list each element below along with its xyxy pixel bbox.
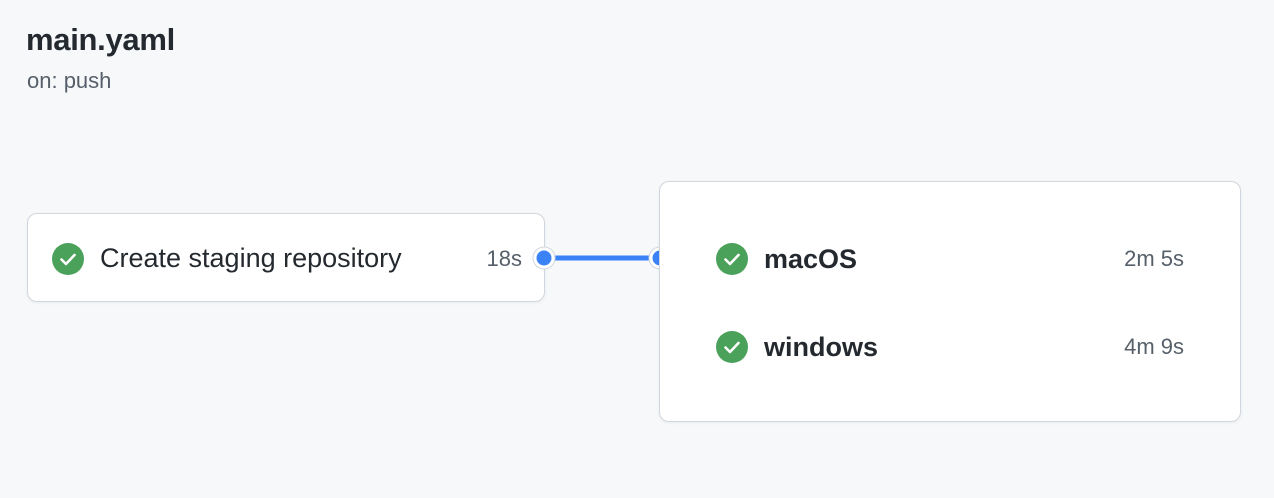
job-name: Create staging repository xyxy=(100,243,402,273)
workflow-title: main.yaml xyxy=(26,22,175,57)
check-circle-icon xyxy=(716,243,748,275)
job-duration: 2m 5s xyxy=(1124,246,1184,271)
job-windows[interactable]: windows 4m 9s xyxy=(716,318,1184,376)
job-create-staging-repository[interactable]: Create staging repository 18s xyxy=(52,214,522,303)
job-name: windows xyxy=(764,331,878,362)
job-name: macOS xyxy=(764,243,858,274)
workflow-trigger: on: push xyxy=(27,68,112,93)
job-macos[interactable]: macOS 2m 5s xyxy=(716,230,1184,288)
job-duration: 4m 9s xyxy=(1124,334,1184,359)
check-circle-icon xyxy=(716,331,748,363)
job-dependency-connector xyxy=(532,246,672,270)
job-duration: 18s xyxy=(486,245,522,271)
job-card-matrix: macOS 2m 5s windows 4m 9s xyxy=(659,181,1241,422)
job-card-staging: Create staging repository 18s xyxy=(27,213,545,302)
check-circle-icon xyxy=(52,242,84,275)
